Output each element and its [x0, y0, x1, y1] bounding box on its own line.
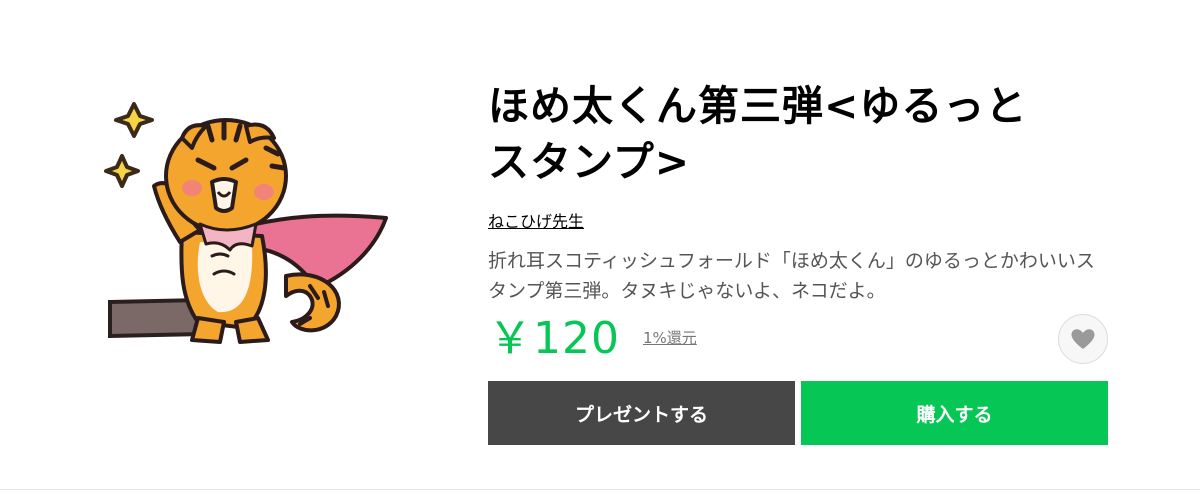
divider — [0, 489, 1200, 490]
product-description: 折れ耳スコティッシュフォールド「ほめ太くん」のゆるっとかわいいスタンプ第三弾。タ… — [488, 250, 1095, 302]
gift-button[interactable]: プレゼントする — [488, 381, 795, 445]
heart-icon — [1071, 329, 1095, 349]
price-row: ￥120 1%還元 — [488, 312, 1108, 366]
cashback-link[interactable]: 1%還元 — [643, 328, 697, 348]
author-link[interactable]: ねこひげ先生 — [488, 211, 584, 233]
product-info: ほめ太くん第三弾<ゆるっと スタンプ> ねこひげ先生 折れ耳スコティッシュフォー… — [488, 78, 1108, 306]
product-title-line2: スタンプ> — [488, 138, 691, 186]
product-title-line1: ほめ太くん第三弾<ゆるっと — [488, 82, 1028, 130]
sticker-image — [96, 96, 396, 346]
gift-button-label: プレゼントする — [574, 403, 708, 426]
buy-button-label: 購入する — [916, 403, 993, 426]
favorite-button[interactable] — [1058, 314, 1108, 364]
buy-button[interactable]: 購入する — [801, 381, 1108, 445]
tabby-cat-sticker-icon — [104, 102, 388, 344]
price: ￥120 — [488, 313, 620, 364]
product-title: ほめ太くん第三弾<ゆるっと スタンプ> — [488, 78, 1108, 190]
